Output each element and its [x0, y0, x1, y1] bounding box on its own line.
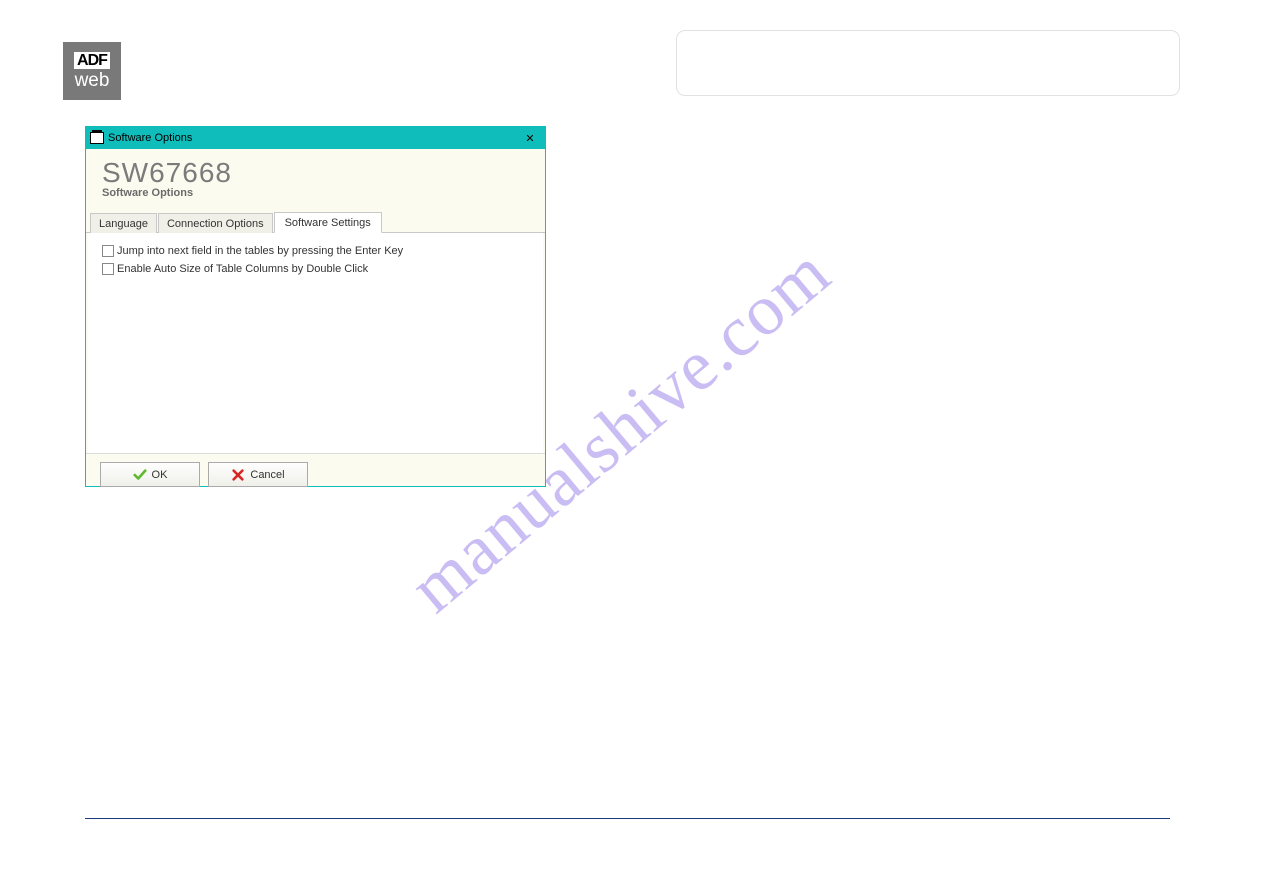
checkbox-box-icon[interactable] [102, 263, 114, 275]
dialog-header: SW67668 Software Options [86, 149, 545, 203]
adfweb-logo: ADF web [63, 42, 121, 100]
logo-bottom: web [75, 71, 110, 90]
footer-divider [85, 818, 1170, 819]
dialog-icon [90, 132, 104, 144]
top-empty-box [676, 30, 1180, 96]
logo-top: ADF [74, 52, 110, 69]
x-icon [231, 468, 245, 482]
software-options-dialog: Software Options ✕ SW67668 Software Opti… [85, 126, 546, 487]
sw-subtitle: Software Options [102, 187, 529, 199]
sw-title: SW67668 [102, 157, 529, 189]
checkbox-jump-label: Jump into next field in the tables by pr… [117, 245, 403, 257]
button-bar: OK Cancel [86, 453, 545, 495]
tab-language[interactable]: Language [90, 213, 157, 233]
tab-content: Jump into next field in the tables by pr… [88, 233, 543, 453]
tab-connection-options[interactable]: Connection Options [158, 213, 273, 233]
ok-button[interactable]: OK [100, 462, 200, 487]
cancel-label: Cancel [250, 469, 284, 481]
dialog-title: Software Options [108, 132, 192, 144]
cancel-button[interactable]: Cancel [208, 462, 308, 487]
checkbox-auto-size-label: Enable Auto Size of Table Columns by Dou… [117, 263, 368, 275]
tab-software-settings[interactable]: Software Settings [274, 212, 382, 233]
checkbox-jump-enter[interactable]: Jump into next field in the tables by pr… [102, 245, 529, 257]
dialog-titlebar[interactable]: Software Options ✕ [86, 127, 545, 149]
checkbox-auto-size[interactable]: Enable Auto Size of Table Columns by Dou… [102, 263, 529, 275]
check-icon [133, 468, 147, 482]
close-icon[interactable]: ✕ [515, 127, 545, 149]
checkbox-box-icon[interactable] [102, 245, 114, 257]
tab-strip: Language Connection Options Software Set… [86, 211, 545, 233]
ok-label: OK [152, 469, 168, 481]
